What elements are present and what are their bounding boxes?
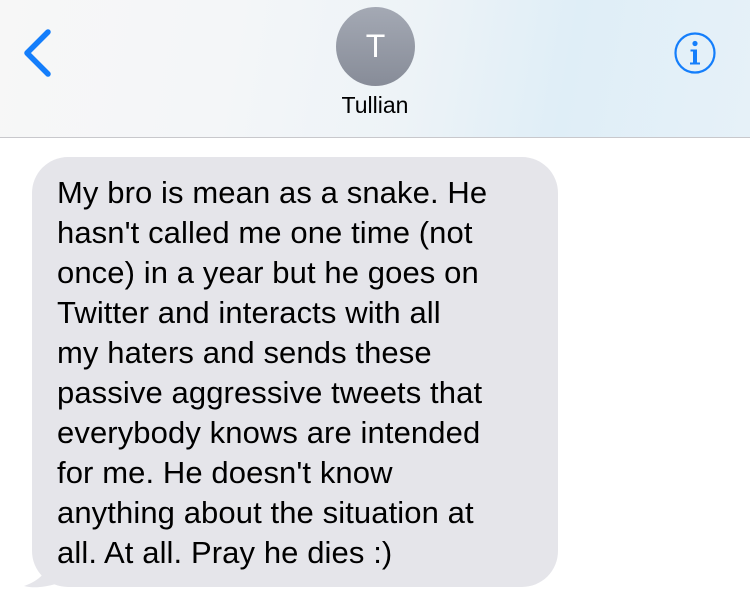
incoming-message-bubble[interactable]: My bro is mean as a snake. He hasn't call… <box>32 157 558 587</box>
message-line: My bro is mean as a snake. He <box>57 175 488 210</box>
message-line: my haters and sends these <box>57 335 432 370</box>
info-icon <box>674 32 716 74</box>
contact-avatar[interactable]: T <box>336 7 415 86</box>
info-button[interactable] <box>673 31 717 75</box>
message-line: once) in a year but he goes on <box>57 255 479 290</box>
contact-name[interactable]: Tullian <box>0 92 750 119</box>
message-line: anything about the situation at <box>57 495 474 530</box>
message-line: hasn't called me one time (not <box>57 215 473 250</box>
back-button[interactable] <box>18 26 62 80</box>
message-line: all. At all. Pray he dies :) <box>57 535 393 570</box>
chevron-left-icon <box>24 29 51 77</box>
conversation-header: T Tullian <box>0 0 750 138</box>
message-line: Twitter and interacts with all <box>57 295 441 330</box>
message-text: My bro is mean as a snake. He hasn't call… <box>57 173 538 573</box>
message-line: for me. He doesn't know <box>57 455 393 490</box>
message-line: everybody knows are intended <box>57 415 481 450</box>
message-line: passive aggressive tweets that <box>57 375 483 410</box>
avatar-initial: T <box>365 28 386 64</box>
